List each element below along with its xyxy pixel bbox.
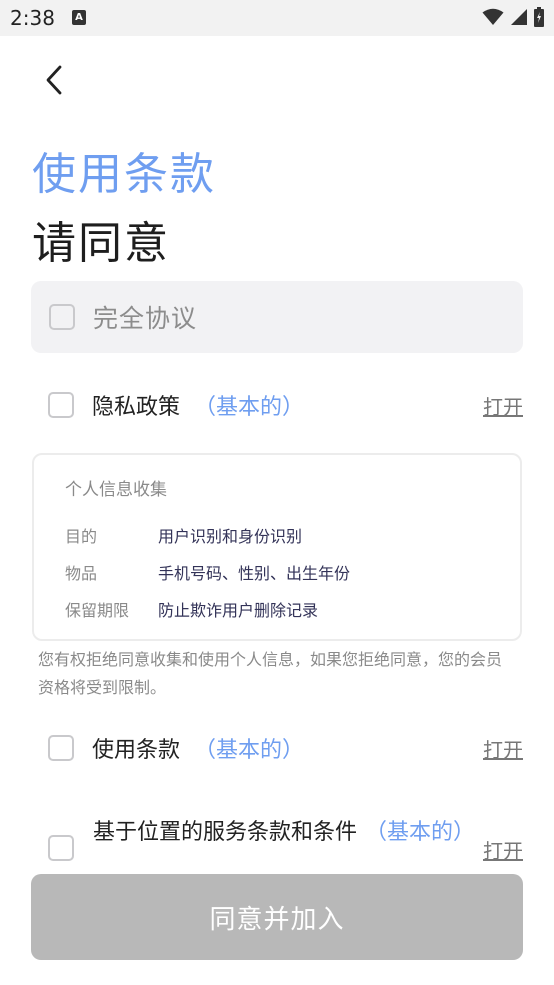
info-row-retention: 保留期限 防止欺诈用户删除记录 (65, 597, 318, 621)
page-title: 使用条款 (32, 149, 216, 200)
wifi-icon (482, 8, 504, 25)
location-terms-checkbox[interactable] (48, 835, 74, 861)
info-value: 用户识别和身份识别 (158, 527, 303, 546)
agree-all-checkbox[interactable] (49, 304, 75, 330)
terms-of-use-open-link[interactable]: 打开 (483, 734, 523, 763)
privacy-policy-required-tag: （基本的） (194, 395, 305, 420)
privacy-policy-label: 隐私政策 (92, 395, 181, 420)
status-icons (482, 7, 544, 27)
chevron-left-icon (46, 65, 62, 95)
terms-of-use-required-tag: （基本的） (194, 738, 305, 763)
privacy-policy-checkbox[interactable] (48, 392, 74, 418)
info-box-title: 个人信息收集 (65, 480, 167, 500)
back-button[interactable] (34, 60, 74, 100)
agree-and-join-button[interactable]: 同意并加入 (31, 874, 523, 960)
location-terms-row: 基于位置的服务条款和条件 （基本的） 打开 (48, 815, 523, 875)
location-terms-open-link[interactable]: 打开 (483, 835, 523, 864)
info-row-items: 物品 手机号码、性别、出生年份 (65, 560, 350, 584)
terms-of-use-row: 使用条款 （基本的） 打开 (48, 731, 523, 765)
terms-of-use-checkbox[interactable] (48, 735, 74, 761)
page-subtitle: 请同意 (32, 218, 170, 269)
notification-icon: A (72, 10, 86, 25)
location-terms-required-tag: （基本的） (365, 820, 476, 845)
battery-icon (534, 7, 544, 27)
info-value: 手机号码、性别、出生年份 (158, 564, 351, 583)
privacy-policy-row: 隐私政策 （基本的） 打开 (48, 388, 523, 422)
status-time: 2:38 (10, 6, 55, 30)
consent-notice: 您有权拒绝同意收集和使用个人信息，如果您拒绝同意，您的会员资格将受到限制。 (38, 650, 503, 697)
agree-all-label: 完全协议 (93, 304, 198, 333)
personal-info-collection-box: 个人信息收集 目的 用户识别和身份识别 物品 手机号码、性别、出生年份 保留期限… (32, 453, 522, 641)
status-bar: 2:38 A (0, 0, 554, 36)
cell-signal-icon (511, 9, 527, 25)
info-key: 目的 (65, 527, 98, 546)
info-key: 保留期限 (65, 601, 130, 620)
info-key: 物品 (65, 564, 98, 583)
agree-all-option[interactable]: 完全协议 (31, 281, 523, 353)
privacy-policy-open-link[interactable]: 打开 (483, 391, 523, 420)
location-terms-label: 基于位置的服务条款和条件 (93, 820, 358, 845)
terms-of-use-label: 使用条款 (92, 738, 181, 763)
location-terms-text: 基于位置的服务条款和条件 （基本的） (93, 817, 478, 849)
info-row-purpose: 目的 用户识别和身份识别 (65, 523, 302, 547)
info-value: 防止欺诈用户删除记录 (158, 601, 319, 620)
